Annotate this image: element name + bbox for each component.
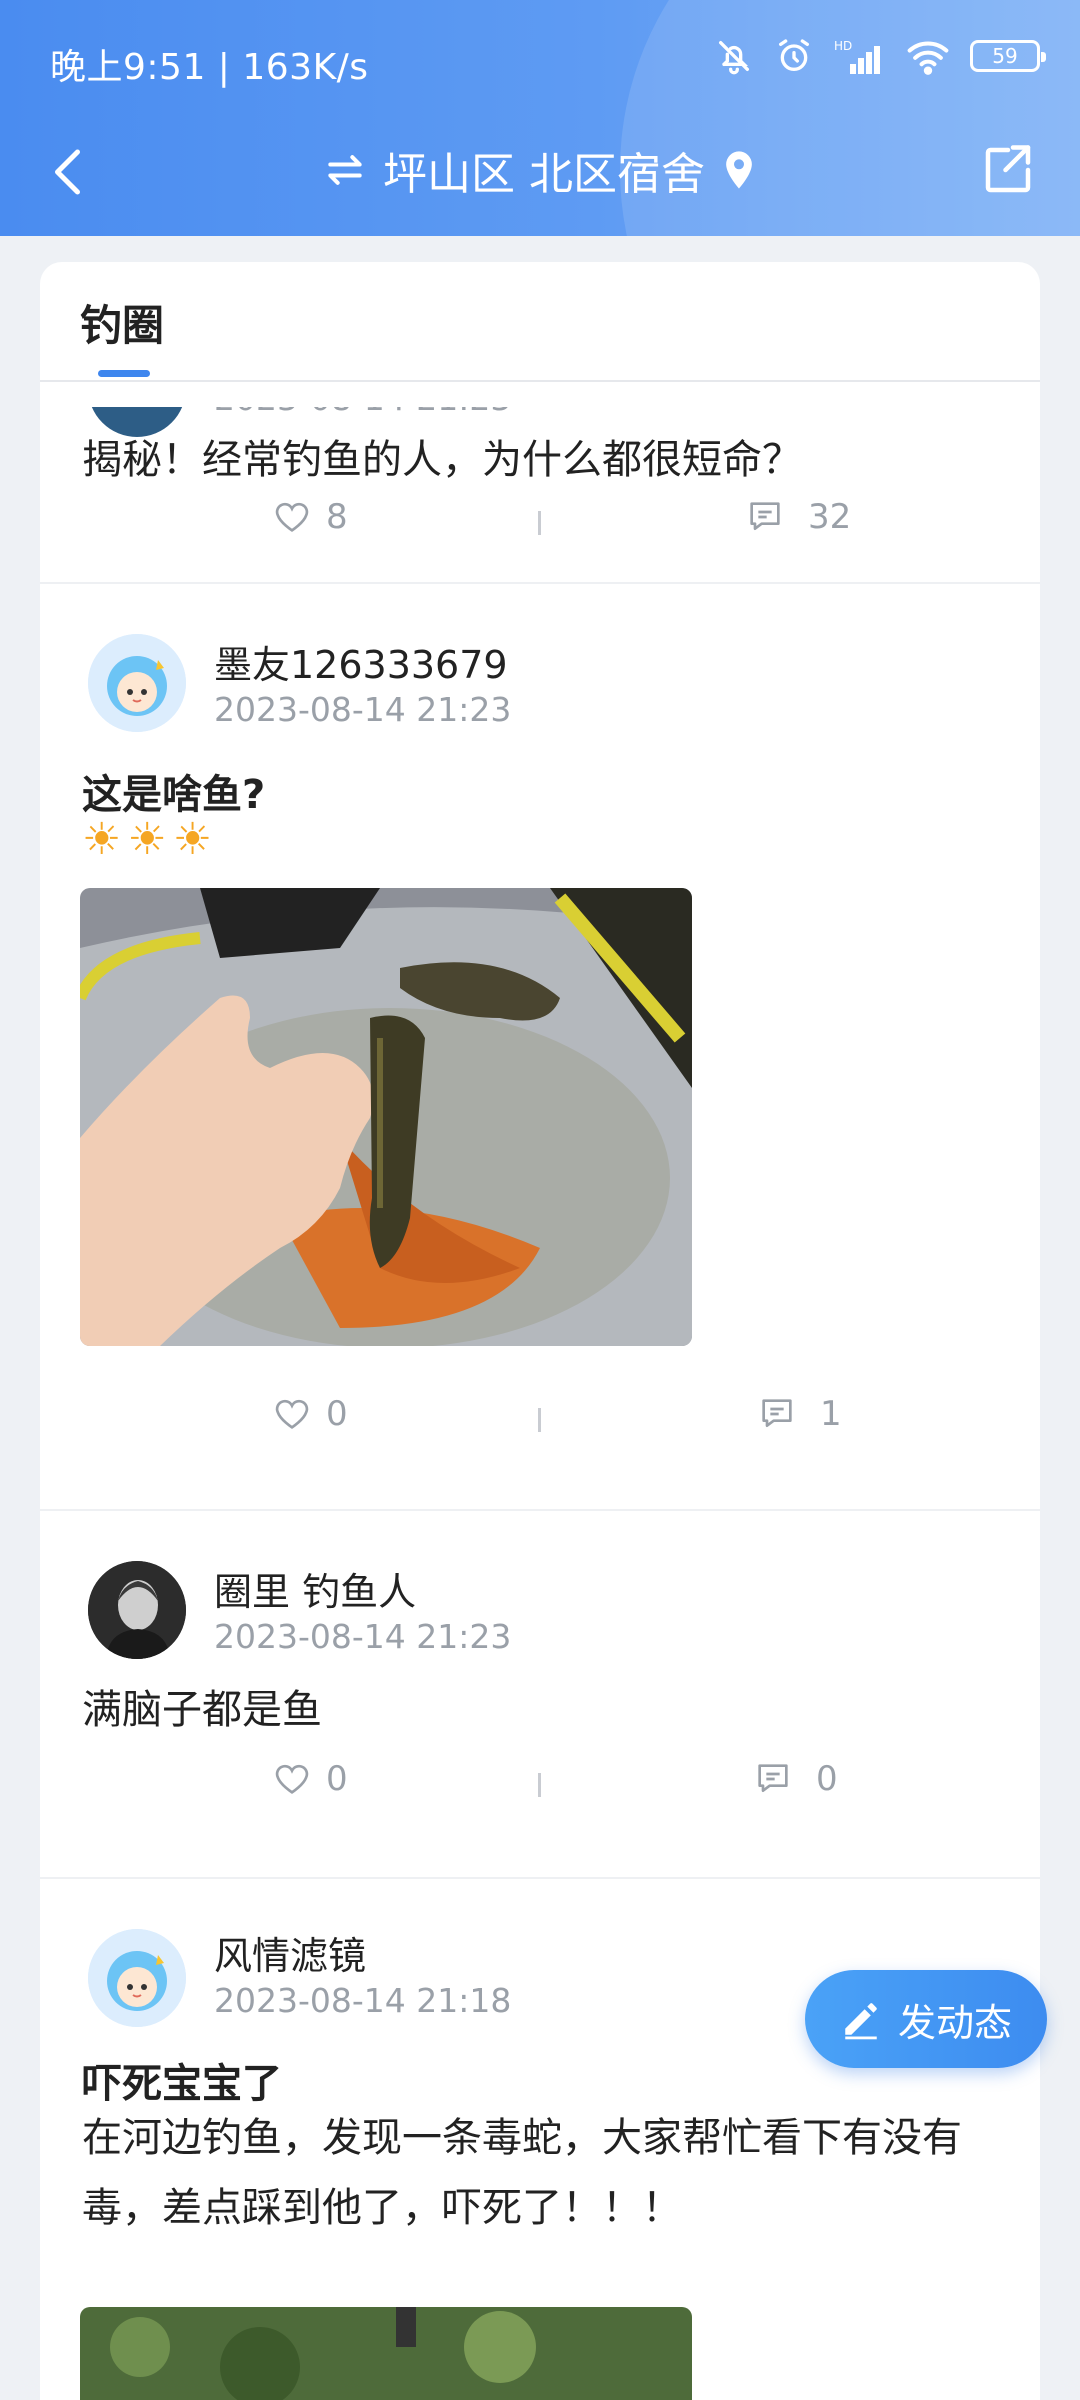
action-separator [538,511,541,535]
default-avatar-icon [88,634,186,732]
post-time: 2023-08-14 21:23 [214,1617,512,1656]
like-button[interactable]: 0 [272,1759,348,1799]
comment-icon [758,1764,788,1792]
heart-icon [275,502,309,532]
bell-off-icon [719,41,749,75]
comment-icon [750,502,780,530]
author-name[interactable]: 圈里 钓鱼人 [214,1561,416,1616]
post-card[interactable]: 墨友126333679 2023-08-14 21:23 这是啥鱼? ☀☀☀ 0… [40,584,1040,1504]
comment-button[interactable]: 0 [752,1759,838,1799]
post-photo[interactable] [80,888,692,1346]
status-time: 晚上9:51 | 163K/s [50,47,369,88]
svg-text:HD: HD [834,39,852,53]
battery-level: 59 [992,44,1018,68]
post-time: 2023-08-14 21:23 [214,690,512,729]
feed[interactable]: 2023-08-14 21:23 揭秘！经常钓鱼的人，为什么都很短命？ 8 32 [40,407,1040,2400]
wifi-icon [907,41,949,75]
post-card[interactable]: 圈里 钓鱼人 2023-08-14 21:23 满脑子都是鱼 0 0 [40,1511,1040,1877]
post-text: 揭秘！经常钓鱼的人，为什么都很短命？ [82,437,802,483]
comment-button[interactable]: 32 [744,497,851,537]
tab-diaoquan[interactable]: 钓圈 [80,292,164,353]
post-actions: 0 0 [40,1759,1040,1809]
alarm-icon [779,39,809,71]
avatar[interactable] [88,1561,186,1659]
location-pin-icon [726,151,752,189]
heart-icon [275,1399,309,1429]
signal-icon: HD [834,39,880,74]
header: 晚上9:51 | 163K/s HD 59 坪山区 北区宿舍 [0,0,1080,236]
post-title: 这是啥鱼? [82,772,266,818]
post-text: 在河边钓鱼，发现一条毒蛇，大家帮忙看下有没有毒，差点踩到他了，吓死了！！！ [82,2115,962,2231]
nav-bar: 坪山区 北区宿舍 [0,120,1080,220]
post-title: 吓死宝宝了 [82,2061,282,2107]
location-switcher[interactable]: 坪山区 北区宿舍 [0,140,1080,200]
comment-count: 1 [820,1394,842,1434]
like-count: 0 [326,1759,348,1799]
comment-icon [762,1399,792,1427]
like-button[interactable]: 8 [272,497,348,537]
location-label: 坪山区 北区宿舍 [383,149,705,200]
pencil-icon [845,2003,877,2040]
content-card: 钓圈 2023-08-14 21:23 揭秘！经常钓鱼的人，为什么都很短命？ 8… [40,262,1040,2400]
heart-icon [275,1764,309,1794]
post-card[interactable]: 风情滤镜 2023-08-14 21:18 吓死宝宝了 在河边钓鱼，发现一条毒蛇… [40,1879,1040,2400]
post-status-label: 发动态 [897,2000,1012,2045]
action-separator [538,1408,541,1432]
author-name[interactable]: 墨友126333679 [214,634,508,689]
action-separator [538,1773,541,1797]
tab-bar: 钓圈 [40,262,1040,382]
author-name[interactable]: 风情滤镜 [214,1925,366,1980]
like-count: 8 [326,497,348,537]
tab-active-indicator [98,370,150,377]
user-avatar-photo [88,1561,186,1659]
post-text: 满脑子都是鱼 [82,1687,322,1733]
avatar[interactable] [88,1929,186,2027]
status-icons: HD 59 [714,36,1046,76]
avatar[interactable] [88,634,186,732]
post-actions: 0 1 [40,1394,1040,1444]
comment-button[interactable]: 1 [756,1394,842,1434]
post-photo[interactable] [80,2307,692,2400]
comment-count: 32 [808,497,852,537]
status-bar: 晚上9:51 | 163K/s HD 59 [0,0,1080,120]
photo-snake-riverbank [80,2307,692,2400]
default-avatar-icon [88,1929,186,2027]
share-icon [985,145,1031,193]
like-button[interactable]: 0 [272,1394,348,1434]
comment-count: 0 [816,1759,838,1799]
post-emojis: ☀☀☀ [82,814,219,865]
post-actions: 8 32 [40,497,1040,547]
share-button[interactable] [978,140,1042,204]
swap-icon [328,155,362,185]
post-time: 2023-08-14 21:23 [214,407,511,418]
photo-fish-in-hand [80,888,692,1346]
post-time: 2023-08-14 21:18 [214,1981,512,2020]
battery-icon: 59 [970,40,1046,72]
like-count: 0 [326,1394,348,1434]
post-status-button[interactable]: 发动态 [805,1970,1047,2068]
